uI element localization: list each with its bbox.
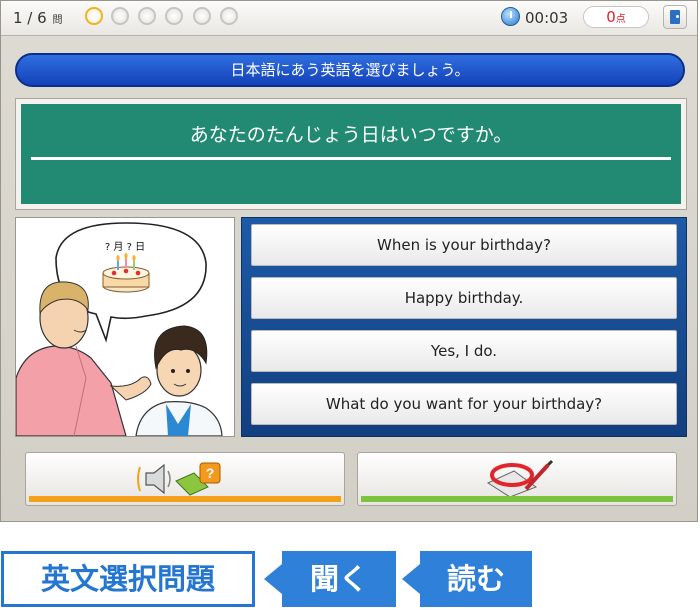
answer-button-bar bbox=[361, 496, 673, 502]
svg-text:?: ? bbox=[206, 465, 215, 481]
question-type-label: 英文選択問題 bbox=[1, 551, 255, 607]
choice-3[interactable]: Yes, I do. bbox=[251, 330, 677, 372]
skill-tag-read: 読む bbox=[402, 551, 532, 607]
question-frame: あなたのたんじょう日はいつですか。 bbox=[15, 98, 687, 210]
score-unit: 点 bbox=[615, 14, 626, 25]
progress-circle-5 bbox=[193, 7, 211, 25]
progress-circle-2 bbox=[111, 7, 129, 25]
progress-circle-3 bbox=[138, 7, 156, 25]
progress-circle-1 bbox=[85, 7, 103, 25]
question-unit: 問 bbox=[52, 15, 63, 26]
choice-4[interactable]: What do you want for your birthday? bbox=[251, 383, 677, 425]
skill-tag-listen: 聞く bbox=[264, 551, 396, 607]
answer-choices: When is your birthday? Happy birthday. Y… bbox=[241, 217, 687, 437]
quiz-window: 1 / 6 問 00:03 0点 日本語にあう英語を選びましょう。 あなたのたん… bbox=[0, 0, 698, 522]
instruction-banner: 日本語にあう英語を選びましょう。 bbox=[15, 53, 685, 87]
answer-check-button[interactable] bbox=[357, 452, 677, 506]
question-counter: 1 / 6 問 bbox=[13, 9, 62, 27]
answer-line bbox=[31, 157, 671, 160]
question-number: 1 / 6 bbox=[13, 9, 47, 27]
choice-2[interactable]: Happy birthday. bbox=[251, 277, 677, 319]
clock-icon bbox=[501, 7, 520, 26]
scene-illustration: ? 月 ? 日 bbox=[15, 217, 235, 437]
progress-circle-4 bbox=[165, 7, 183, 25]
exit-door-button[interactable] bbox=[663, 5, 687, 29]
check-answer-icon bbox=[486, 459, 554, 498]
speech-bubble-text: ? 月 ? 日 bbox=[104, 242, 146, 253]
timer: 00:03 bbox=[525, 9, 569, 27]
score-display: 0点 bbox=[583, 6, 649, 28]
score-value: 0 bbox=[606, 8, 616, 26]
question-text: あなたのたんじょう日はいつですか。 bbox=[189, 124, 513, 146]
question-panel: あなたのたんじょう日はいつですか。 bbox=[21, 104, 681, 204]
listen-hint-button[interactable]: ? bbox=[25, 452, 345, 506]
progress-circle-6 bbox=[220, 7, 238, 25]
speaker-hint-icon: ? bbox=[137, 462, 221, 496]
top-bar: 1 / 6 問 00:03 0点 bbox=[1, 1, 697, 36]
listen-button-bar bbox=[29, 496, 341, 502]
choice-1[interactable]: When is your birthday? bbox=[251, 224, 677, 266]
